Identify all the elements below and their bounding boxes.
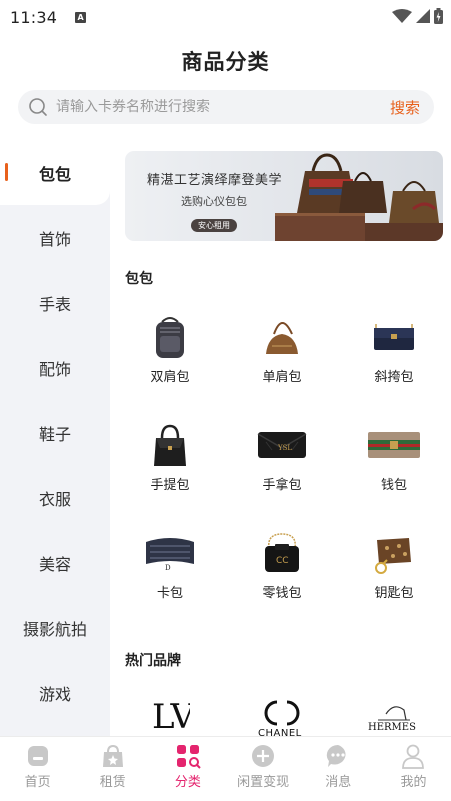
category-label: 卡包 [156, 586, 183, 601]
sidebar-item-label: 配饰 [38, 359, 71, 379]
search-icon [29, 98, 47, 116]
notification-icon: A [75, 11, 87, 23]
brand-logo-text: CHANEL [258, 728, 302, 736]
tab-label: 首页 [24, 775, 51, 790]
sidebar-item-bags[interactable]: 包包 [0, 140, 110, 205]
category-label: 手提包 [150, 478, 190, 493]
category-shoulder-bag[interactable]: 单肩包 [226, 314, 338, 385]
svg-text:D: D [165, 564, 171, 572]
category-label: 零钱包 [262, 586, 302, 601]
signal-icon [416, 9, 430, 23]
category-label: 钥匙包 [374, 586, 414, 601]
brand-logo-text: HERMES [368, 722, 416, 733]
category-label: 单肩包 [262, 370, 302, 385]
sidebar-item-shoes[interactable]: 鞋子 [0, 400, 110, 465]
backpack-image [156, 317, 184, 358]
chanel-logo: CHANEL [258, 700, 302, 736]
sidebar-item-watches[interactable]: 手表 [0, 270, 110, 335]
sidebar-item-clothes[interactable]: 衣服 [0, 465, 110, 530]
category-backpack[interactable]: 双肩包 [114, 314, 226, 385]
message-icon [327, 744, 346, 767]
category-content: 精湛工艺演绎摩登美学 选购心仪包包 安心租用 包包 双肩包 单肩包 斜挎包 手提… [110, 140, 451, 736]
category-wallet[interactable]: 钱包 [338, 422, 450, 493]
wallet-image [368, 432, 420, 458]
bottom-tab-bar: 首页 租赁 分类 闲置变现 消息 我的 [0, 736, 451, 801]
tab-label: 闲置变现 [237, 775, 290, 790]
sidebar-item-label: 鞋子 [38, 424, 71, 444]
category-label: 手拿包 [262, 478, 302, 493]
crossbody-bag-image [374, 324, 414, 350]
battery-icon [434, 8, 443, 24]
tab-label: 我的 [400, 775, 427, 790]
tab-messages[interactable]: 消息 [301, 737, 376, 801]
card-holder-image: D [146, 538, 194, 572]
banner-bags-image [275, 153, 443, 241]
handbag-image [154, 424, 186, 466]
banner-button[interactable]: 安心租用 [191, 219, 237, 232]
sidebar-item-beauty[interactable]: 美容 [0, 530, 110, 595]
svg-text:YSL: YSL [277, 444, 292, 452]
search-input[interactable] [56, 99, 390, 115]
page-title: 商品分类 [181, 50, 270, 74]
status-bar: 11:34 A [0, 0, 451, 34]
clutch-image: YSL [257, 432, 307, 458]
tab-rental[interactable]: 租赁 [75, 737, 150, 801]
shoulder-bag-image [266, 322, 298, 354]
brand-hermes[interactable]: HERMES [338, 692, 450, 736]
hermes-logo: HERMES [368, 706, 416, 733]
category-key-pouch[interactable]: 钥匙包 [338, 530, 450, 601]
sidebar-item-label: 美容 [38, 554, 71, 574]
status-icons [392, 8, 443, 24]
coin-purse-image: CC [265, 533, 299, 572]
user-icon [402, 744, 425, 769]
search-bar[interactable]: 搜索 [18, 90, 434, 124]
category-grid-icon [176, 745, 201, 769]
tab-label: 租赁 [99, 775, 126, 790]
search-button[interactable]: 搜索 [390, 97, 420, 118]
sidebar-item-jewelry[interactable]: 首饰 [0, 205, 110, 270]
category-handbag[interactable]: 手提包 [114, 422, 226, 493]
plus-circle-icon [252, 745, 275, 767]
status-time: 11:34 [10, 7, 58, 27]
sidebar-item-games[interactable]: 游戏 [0, 660, 110, 725]
promo-banner[interactable]: 精湛工艺演绎摩登美学 选购心仪包包 安心租用 [125, 151, 443, 241]
brand-lv[interactable]: LV [114, 692, 226, 736]
wifi-icon [392, 9, 412, 23]
tab-category[interactable]: 分类 [150, 737, 225, 801]
category-label: 双肩包 [150, 370, 190, 385]
tab-sell-idle[interactable]: 闲置变现 [226, 737, 301, 801]
category-clutch[interactable]: YSL 手拿包 [226, 422, 338, 493]
section-title-hot-brands: 热门品牌 [125, 653, 181, 669]
tab-label: 分类 [174, 775, 201, 790]
key-pouch-image [375, 538, 411, 574]
banner-subtitle: 选购心仪包包 [181, 195, 247, 208]
home-icon [27, 746, 48, 766]
svg-text:CC: CC [276, 556, 289, 566]
sidebar-item-accessories[interactable]: 配饰 [0, 335, 110, 400]
sidebar-item-label: 首饰 [38, 229, 71, 249]
lv-logo: LV [152, 697, 190, 736]
sidebar-item-photography[interactable]: 摄影航拍 [0, 595, 110, 660]
category-label: 斜挎包 [374, 370, 414, 385]
tab-profile[interactable]: 我的 [376, 737, 451, 801]
sidebar-item-label: 摄影航拍 [22, 619, 87, 639]
sidebar-item-label: 游戏 [38, 684, 71, 704]
tab-label: 消息 [325, 775, 352, 790]
section-title-bags: 包包 [125, 271, 153, 287]
brand-chanel[interactable]: CHANEL [226, 692, 338, 736]
category-sidebar: 包包 首饰 手表 配饰 鞋子 衣服 美容 摄影航拍 游戏 [0, 140, 110, 736]
tab-home[interactable]: 首页 [0, 737, 75, 801]
category-label: 钱包 [380, 478, 407, 493]
sidebar-item-label: 衣服 [38, 489, 71, 509]
category-crossbody-bag[interactable]: 斜挎包 [338, 314, 450, 385]
rental-bag-icon [102, 744, 123, 767]
brand-logo-text: LV [152, 697, 190, 736]
banner-title: 精湛工艺演绎摩登美学 [147, 173, 283, 188]
category-coin-purse[interactable]: CC 零钱包 [226, 530, 338, 601]
active-indicator [5, 163, 8, 181]
sidebar-item-label: 包包 [38, 164, 71, 184]
sidebar-item-label: 手表 [38, 294, 71, 314]
category-card-holder[interactable]: D 卡包 [114, 530, 226, 601]
